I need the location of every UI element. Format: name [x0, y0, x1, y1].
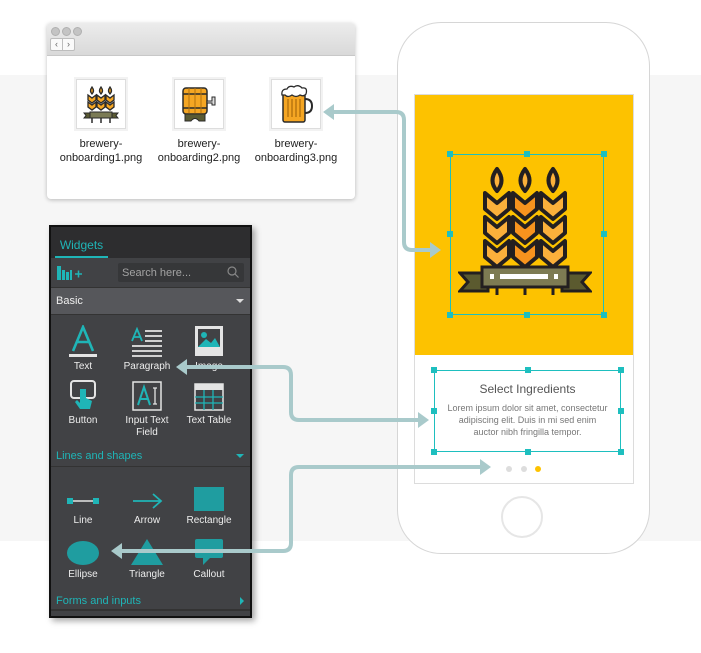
- arrowhead-icon: [480, 459, 491, 475]
- connector-paragraph-to-text: [186, 365, 418, 422]
- arrowhead-icon: [430, 242, 441, 258]
- connector-file-to-hero: [333, 110, 430, 252]
- connectors: [111, 104, 491, 559]
- arrowhead-icon: [111, 543, 122, 559]
- arrowhead-icon: [176, 359, 187, 375]
- arrowhead-icon: [323, 104, 334, 120]
- arrowhead-icon: [418, 412, 429, 428]
- connector-pager-to-ellipse: [122, 465, 480, 553]
